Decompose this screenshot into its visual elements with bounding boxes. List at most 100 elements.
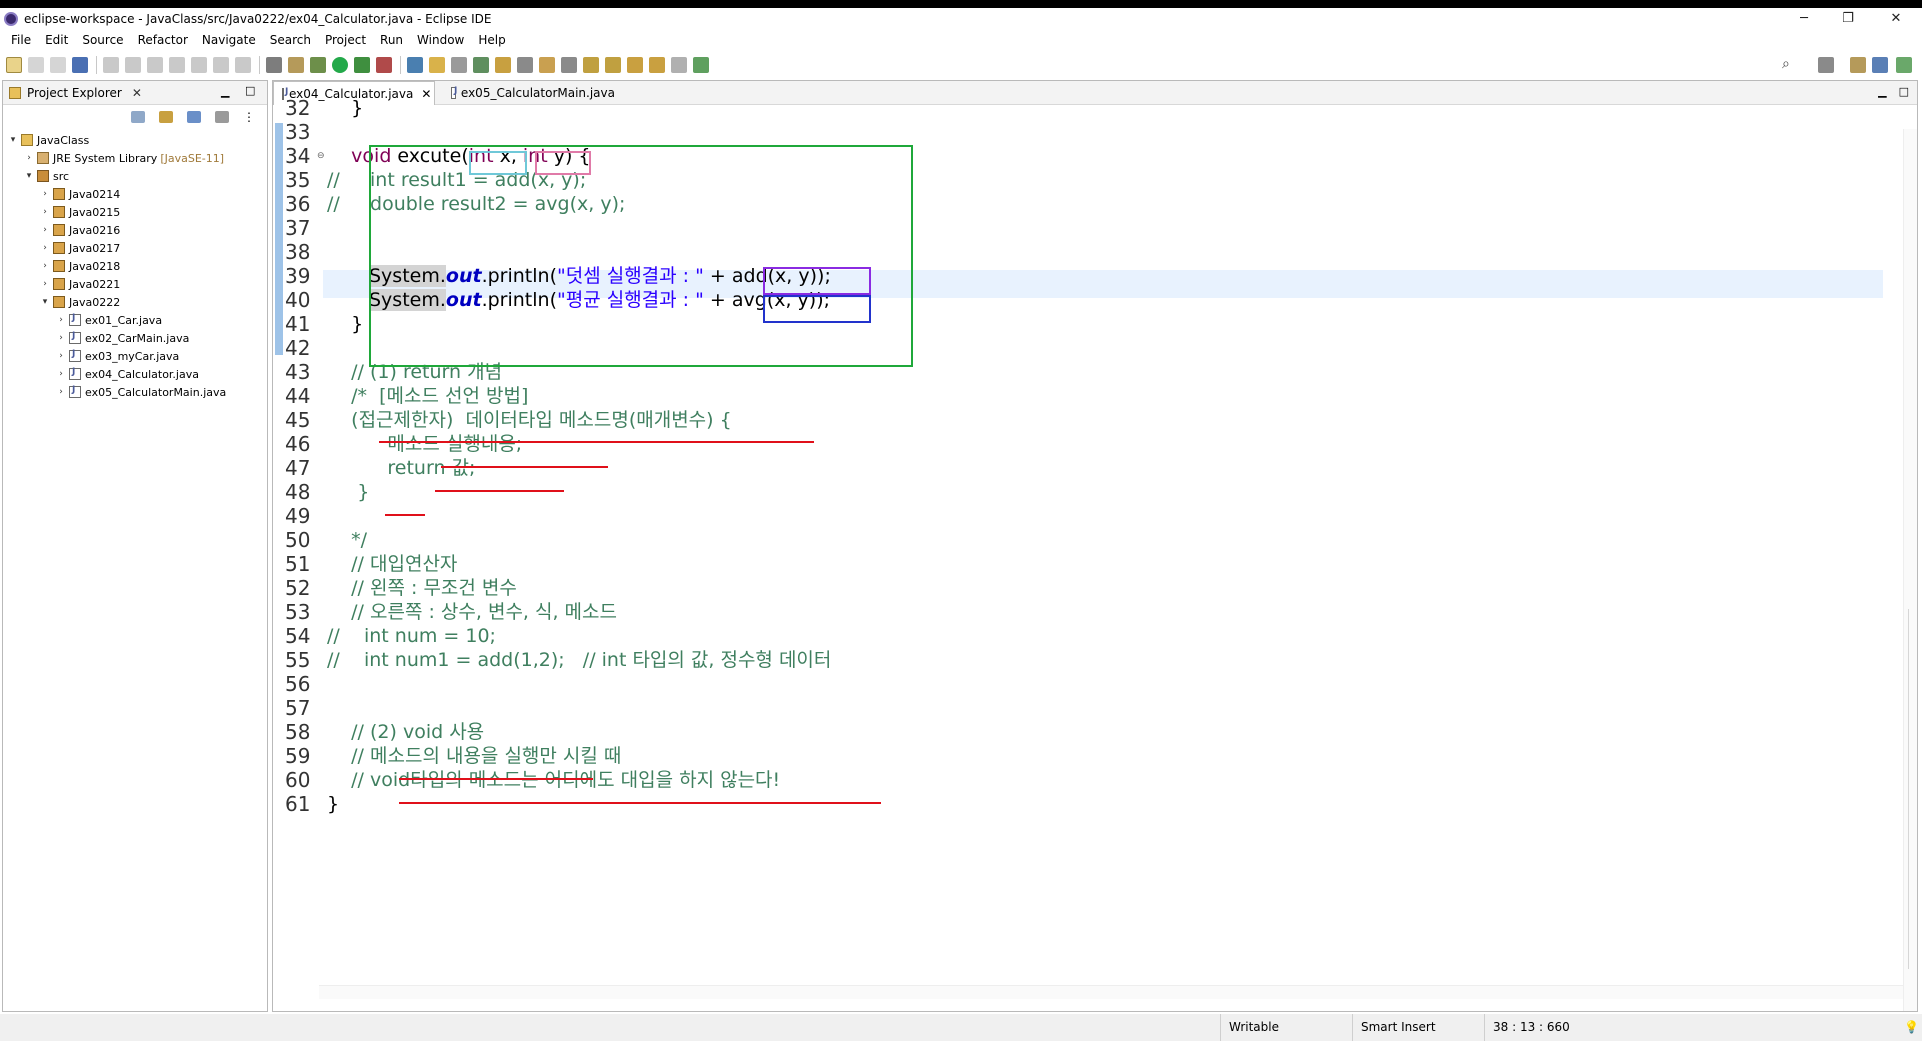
tree-item-package[interactable]: ▾ Java0222 [39, 293, 121, 311]
pin-editor-icon[interactable] [693, 57, 709, 73]
terminal-icon[interactable] [72, 57, 88, 73]
save-all-icon[interactable] [50, 57, 66, 73]
block-selection-icon[interactable] [517, 57, 533, 73]
menu-run[interactable]: Run [373, 33, 410, 47]
link-editor-icon[interactable] [159, 111, 173, 123]
chevron-right-icon[interactable]: › [55, 315, 67, 325]
next-annotation-icon[interactable] [583, 57, 599, 73]
code-area[interactable]: 32 33 34 ⊖ 35 36 37 38 39 40 41 42 43 44… [273, 96, 1917, 1011]
tree-item-src[interactable]: ▾ src [23, 167, 69, 185]
step-into-icon[interactable] [191, 57, 207, 73]
chevron-right-icon[interactable]: › [55, 369, 67, 379]
menu-help[interactable]: Help [471, 33, 512, 47]
toggle-mark-icon[interactable] [473, 57, 489, 73]
tip-icon[interactable]: 💡 [1896, 1014, 1922, 1041]
fold-icon[interactable]: ⊖ [317, 151, 325, 161]
open-perspective-icon[interactable] [1818, 57, 1834, 73]
tree-item-label: Java0215 [69, 205, 121, 219]
tree-item-file[interactable]: › ex05_CalculatorMain.java [55, 383, 226, 401]
maximize-button[interactable]: ❐ [1828, 8, 1868, 30]
chevron-right-icon[interactable]: › [39, 189, 51, 199]
last-edit-icon[interactable] [627, 57, 643, 73]
minimize-button[interactable]: ─ [1784, 8, 1824, 30]
chevron-right-icon[interactable]: › [39, 207, 51, 217]
chevron-down-icon[interactable]: ▾ [23, 171, 35, 181]
terminate-icon[interactable] [169, 57, 185, 73]
close-button[interactable]: ✕ [1876, 8, 1916, 30]
menu-edit[interactable]: Edit [38, 33, 75, 47]
java-ee-perspective-icon[interactable] [1850, 57, 1866, 73]
filter-icon[interactable] [187, 111, 201, 123]
tree-item-package[interactable]: › Java0215 [39, 203, 120, 221]
step-return-icon[interactable] [235, 57, 251, 73]
menu-refactor[interactable]: Refactor [131, 33, 195, 47]
save-icon[interactable] [28, 57, 44, 73]
open-folder-icon[interactable] [429, 57, 445, 73]
menu-navigate[interactable]: Navigate [195, 33, 263, 47]
vertical-scrollbar[interactable] [1903, 129, 1917, 1011]
menu-project[interactable]: Project [318, 33, 373, 47]
collapse-all-icon[interactable] [131, 111, 145, 123]
close-tab-icon[interactable]: ✕ [421, 87, 431, 101]
chevron-right-icon[interactable]: › [55, 387, 67, 397]
chevron-down-icon[interactable]: ▾ [7, 135, 19, 145]
minimize-editor-icon[interactable]: ▁ [1878, 85, 1886, 98]
tree-item-project[interactable]: ▾ JavaClass [7, 131, 89, 149]
chevron-right-icon[interactable]: › [39, 261, 51, 271]
run-icon[interactable] [332, 57, 348, 73]
tree-item-file[interactable]: › ex03_myCar.java [55, 347, 179, 365]
tree-item-file[interactable]: › ex04_Calculator.java [55, 365, 199, 383]
tree-item-package[interactable]: › Java0221 [39, 275, 120, 293]
menu-window[interactable]: Window [410, 33, 471, 47]
suspend-icon[interactable] [147, 57, 163, 73]
menu-source[interactable]: Source [75, 33, 130, 47]
search-tool-icon[interactable] [451, 57, 467, 73]
horizontal-scrollbar[interactable] [319, 985, 1903, 999]
skip-breakpoints-icon[interactable] [103, 57, 119, 73]
highlight-icon[interactable] [495, 57, 511, 73]
resume-icon[interactable] [125, 57, 141, 73]
java-perspective-icon[interactable] [1872, 57, 1888, 73]
tree-item-package[interactable]: › Java0214 [39, 185, 120, 203]
prev-annotation-icon[interactable] [605, 57, 621, 73]
maximize-editor-icon[interactable]: □ [1899, 85, 1909, 98]
tree-item-jre[interactable]: › JRE System Library [JavaSE-11] [23, 149, 224, 167]
close-view-icon[interactable]: ✕ [132, 86, 142, 100]
tree-item-package[interactable]: › Java0218 [39, 257, 120, 275]
tree-item-package[interactable]: › Java0217 [39, 239, 120, 257]
tree-item-file[interactable]: › ex02_CarMain.java [55, 329, 189, 347]
chevron-right-icon[interactable]: › [39, 243, 51, 253]
search-icon[interactable]: ⌕ [1782, 56, 1790, 72]
focus-icon[interactable] [215, 111, 229, 123]
debug-icon[interactable] [310, 57, 326, 73]
menu-file[interactable]: File [4, 33, 38, 47]
menu-search[interactable]: Search [263, 33, 318, 47]
external-tools-icon[interactable] [376, 57, 392, 73]
coverage-icon[interactable] [354, 57, 370, 73]
tree-item-package[interactable]: › Java0216 [39, 221, 120, 239]
back-icon[interactable] [649, 57, 665, 73]
project-explorer-tab[interactable]: Project Explorer ✕ ▁ □ [3, 81, 267, 105]
chevron-right-icon[interactable]: › [55, 351, 67, 361]
tree-item-file[interactable]: › ex01_Car.java [55, 311, 162, 329]
new-icon[interactable] [6, 57, 22, 73]
minimize-view-icon[interactable]: ▁ [221, 85, 229, 98]
chevron-right-icon[interactable]: › [23, 153, 35, 163]
java-file-icon [69, 385, 81, 398]
new-java-class-icon[interactable] [288, 57, 304, 73]
show-whitespace-icon[interactable] [539, 57, 555, 73]
maximize-view-icon[interactable]: □ [245, 84, 255, 97]
chevron-right-icon[interactable]: › [39, 279, 51, 289]
chevron-down-icon[interactable]: ▾ [39, 297, 51, 307]
view-menu-icon[interactable]: ⋮ [243, 110, 255, 124]
scroll-thumb[interactable] [1908, 609, 1916, 969]
pilcrow-icon[interactable] [561, 57, 577, 73]
new-package-icon[interactable] [407, 57, 423, 73]
chevron-right-icon[interactable]: › [39, 225, 51, 235]
forward-icon[interactable] [671, 57, 687, 73]
debug-perspective-icon[interactable] [1896, 57, 1912, 73]
tab-ex05-calculatormain[interactable]: ex05_CalculatorMain.java [443, 81, 623, 105]
chevron-right-icon[interactable]: › [55, 333, 67, 343]
open-type-icon[interactable] [266, 57, 282, 73]
step-over-icon[interactable] [213, 57, 229, 73]
